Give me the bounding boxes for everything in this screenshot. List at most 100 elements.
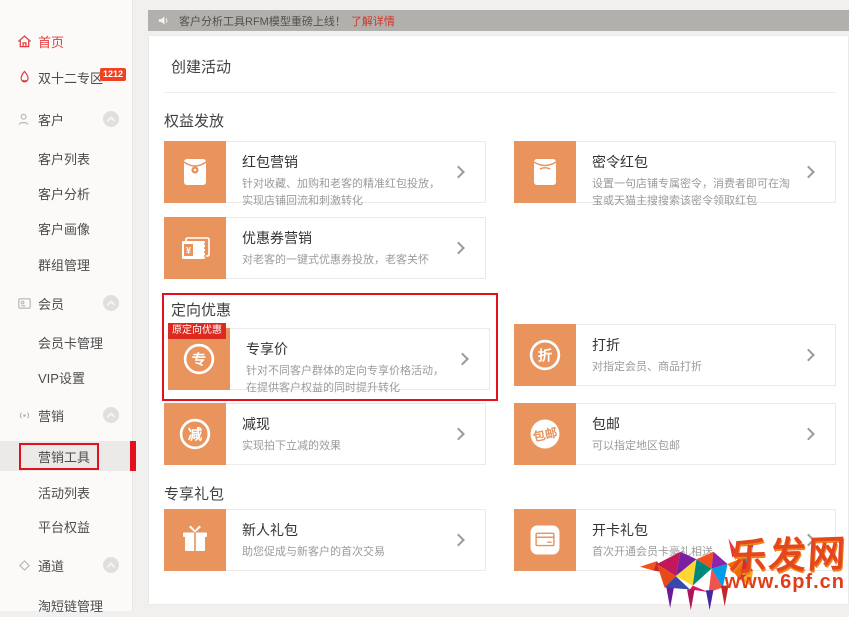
red-envelope-icon xyxy=(164,141,226,203)
sidebar-item-label: 营销 xyxy=(38,406,64,425)
sidebar-item-customer-portrait[interactable]: 客户画像 xyxy=(0,216,133,240)
chevron-right-icon xyxy=(802,166,815,179)
divider xyxy=(164,92,835,93)
sidebar-item-activity-list[interactable]: 活动列表 xyxy=(0,480,133,504)
svg-text:专: 专 xyxy=(192,351,206,369)
svg-text:¥: ¥ xyxy=(186,246,191,256)
sidebar-group-marketing[interactable]: 营销 xyxy=(0,403,133,427)
sidebar-group-channel[interactable]: 通道 xyxy=(0,553,133,577)
chevron-right-icon xyxy=(452,166,465,179)
chevron-right-icon xyxy=(452,428,465,441)
password-envelope-icon xyxy=(514,141,576,203)
free-shipping-icon: 包邮 xyxy=(514,403,576,465)
section-heading-targeted: 定向优惠 xyxy=(171,299,231,320)
diamond-icon xyxy=(17,558,32,573)
sidebar-item-label: 活动列表 xyxy=(38,483,90,502)
discount-icon: 折 xyxy=(514,324,576,386)
card-desc: 设置一句店铺专属密令，消费者即可在淘宝或天猫主搜搜索该密令领取红包 xyxy=(592,176,798,209)
sidebar-item-label: 客户列表 xyxy=(38,149,90,168)
card-title: 密令红包 xyxy=(592,152,798,172)
sidebar-item-double12[interactable]: 双十二专区 1212 xyxy=(0,65,133,89)
coupon-icon: ¥ xyxy=(164,217,226,279)
sidebar: 首页 双十二专区 1212 客户 客户列表 客户分析 客户画像 群组管理 会员 … xyxy=(0,0,133,611)
user-icon xyxy=(17,112,32,127)
sidebar-item-label: 通道 xyxy=(38,556,64,575)
card-title: 开卡礼包 xyxy=(592,520,798,540)
card-free-shipping[interactable]: 包邮 包邮 可以指定地区包邮 xyxy=(514,403,836,465)
sidebar-item-short-link[interactable]: 淘短链管理 xyxy=(0,593,133,617)
card-coupon-marketing[interactable]: ¥ 优惠券营销 对老客的一键式优惠券投放，老客关怀 xyxy=(164,217,486,279)
sidebar-item-label: 群组管理 xyxy=(38,255,90,274)
sidebar-item-label: 营销工具 xyxy=(38,447,90,466)
chevron-right-icon xyxy=(802,349,815,362)
sidebar-item-vip-settings[interactable]: VIP设置 xyxy=(0,365,133,389)
collapse-toggle-icon[interactable] xyxy=(103,111,119,127)
collapse-toggle-icon[interactable] xyxy=(103,557,119,573)
sidebar-item-customer-analysis[interactable]: 客户分析 xyxy=(0,181,133,205)
sidebar-item-home[interactable]: 首页 xyxy=(0,29,133,53)
chevron-right-icon xyxy=(802,428,815,441)
flame-icon xyxy=(17,70,32,85)
card-title: 优惠券营销 xyxy=(242,228,448,248)
sidebar-item-label: 淘短链管理 xyxy=(38,596,103,615)
card-title: 打折 xyxy=(592,335,798,355)
card-desc: 对指定会员、商品打折 xyxy=(592,359,798,376)
card-desc: 针对不同客户群体的定向专享价格活动，在提供客户权益的同时提升转化 xyxy=(246,363,452,396)
card-title: 专享价 xyxy=(246,339,452,359)
card-cash-reduction[interactable]: 减 减现 实现拍下立减的效果 xyxy=(164,403,486,465)
chevron-right-icon xyxy=(802,534,815,547)
card-desc: 对老客的一键式优惠券投放，老客关怀 xyxy=(242,252,448,269)
card-desc: 可以指定地区包邮 xyxy=(592,438,798,455)
collapse-toggle-icon[interactable] xyxy=(103,407,119,423)
sidebar-item-label: 会员 xyxy=(38,294,64,313)
original-targeted-ribbon: 原定向优惠 xyxy=(168,323,226,339)
home-icon xyxy=(17,34,32,49)
sidebar-item-label: VIP设置 xyxy=(38,368,85,387)
card-desc: 实现拍下立减的效果 xyxy=(242,438,448,455)
cash-minus-icon: 减 xyxy=(164,403,226,465)
sidebar-item-label: 客户分析 xyxy=(38,184,90,203)
sidebar-item-member-card-management[interactable]: 会员卡管理 xyxy=(0,330,133,354)
gift-icon xyxy=(164,509,226,571)
sidebar-item-marketing-tools[interactable]: 营销工具 xyxy=(0,444,133,468)
speaker-icon xyxy=(157,14,170,27)
card-desc: 针对收藏、加购和老客的精准红包投放，实现店铺回流和刺激转化 xyxy=(242,176,448,209)
chevron-right-icon xyxy=(452,534,465,547)
collapse-toggle-icon[interactable] xyxy=(103,295,119,311)
sidebar-item-group-management[interactable]: 群组管理 xyxy=(0,252,133,276)
card-title: 新人礼包 xyxy=(242,520,448,540)
card-title: 红包营销 xyxy=(242,152,448,172)
section-heading-gift-packs: 专享礼包 xyxy=(164,483,224,504)
sidebar-item-platform-benefits[interactable]: 平台权益 xyxy=(0,514,133,538)
sidebar-item-label: 客户画像 xyxy=(38,219,90,238)
sidebar-item-label: 双十二专区 xyxy=(38,68,103,87)
card-title: 包邮 xyxy=(592,414,798,434)
card-desc: 首次开通会员卡豪礼相送 xyxy=(592,544,798,561)
open-card-icon xyxy=(514,509,576,571)
card-password-red-envelope[interactable]: 密令红包 设置一句店铺专属密令，消费者即可在淘宝或天猫主搜搜索该密令领取红包 xyxy=(514,141,836,203)
sidebar-item-label: 平台权益 xyxy=(38,517,90,536)
member-card-icon xyxy=(17,296,32,311)
announcement-text: 客户分析工具RFM模型重磅上线！ xyxy=(179,13,346,29)
card-title: 减现 xyxy=(242,414,448,434)
sidebar-group-member[interactable]: 会员 xyxy=(0,291,133,315)
svg-text:减: 减 xyxy=(188,426,203,444)
announcement-link[interactable]: 了解详情 xyxy=(351,13,395,29)
sidebar-item-label: 客户 xyxy=(38,110,64,129)
card-red-envelope-marketing[interactable]: 红包营销 针对收藏、加购和老客的精准红包投放，实现店铺回流和刺激转化 xyxy=(164,141,486,203)
card-discount[interactable]: 折 打折 对指定会员、商品打折 xyxy=(514,324,836,386)
double12-badge: 1212 xyxy=(100,68,126,81)
card-open-card-gift[interactable]: 开卡礼包 首次开通会员卡豪礼相送 xyxy=(514,509,836,571)
page-title: 创建活动 xyxy=(171,56,231,77)
section-heading-benefits: 权益发放 xyxy=(164,110,224,131)
main-panel: 创建活动 权益发放 红包营销 针对收藏、加购和老客的精准红包投放，实现店铺回流和… xyxy=(148,35,849,605)
sidebar-item-customer-list[interactable]: 客户列表 xyxy=(0,146,133,170)
announcement-bar: 客户分析工具RFM模型重磅上线！ 了解详情 xyxy=(148,10,849,31)
card-newcomer-gift[interactable]: 新人礼包 助您促成与新客户的首次交易 xyxy=(164,509,486,571)
sidebar-item-label: 首页 xyxy=(38,32,64,51)
broadcast-icon xyxy=(17,408,32,423)
sidebar-group-customer[interactable]: 客户 xyxy=(0,107,133,131)
svg-text:折: 折 xyxy=(538,347,553,365)
chevron-right-icon xyxy=(452,242,465,255)
chevron-right-icon xyxy=(456,353,469,366)
